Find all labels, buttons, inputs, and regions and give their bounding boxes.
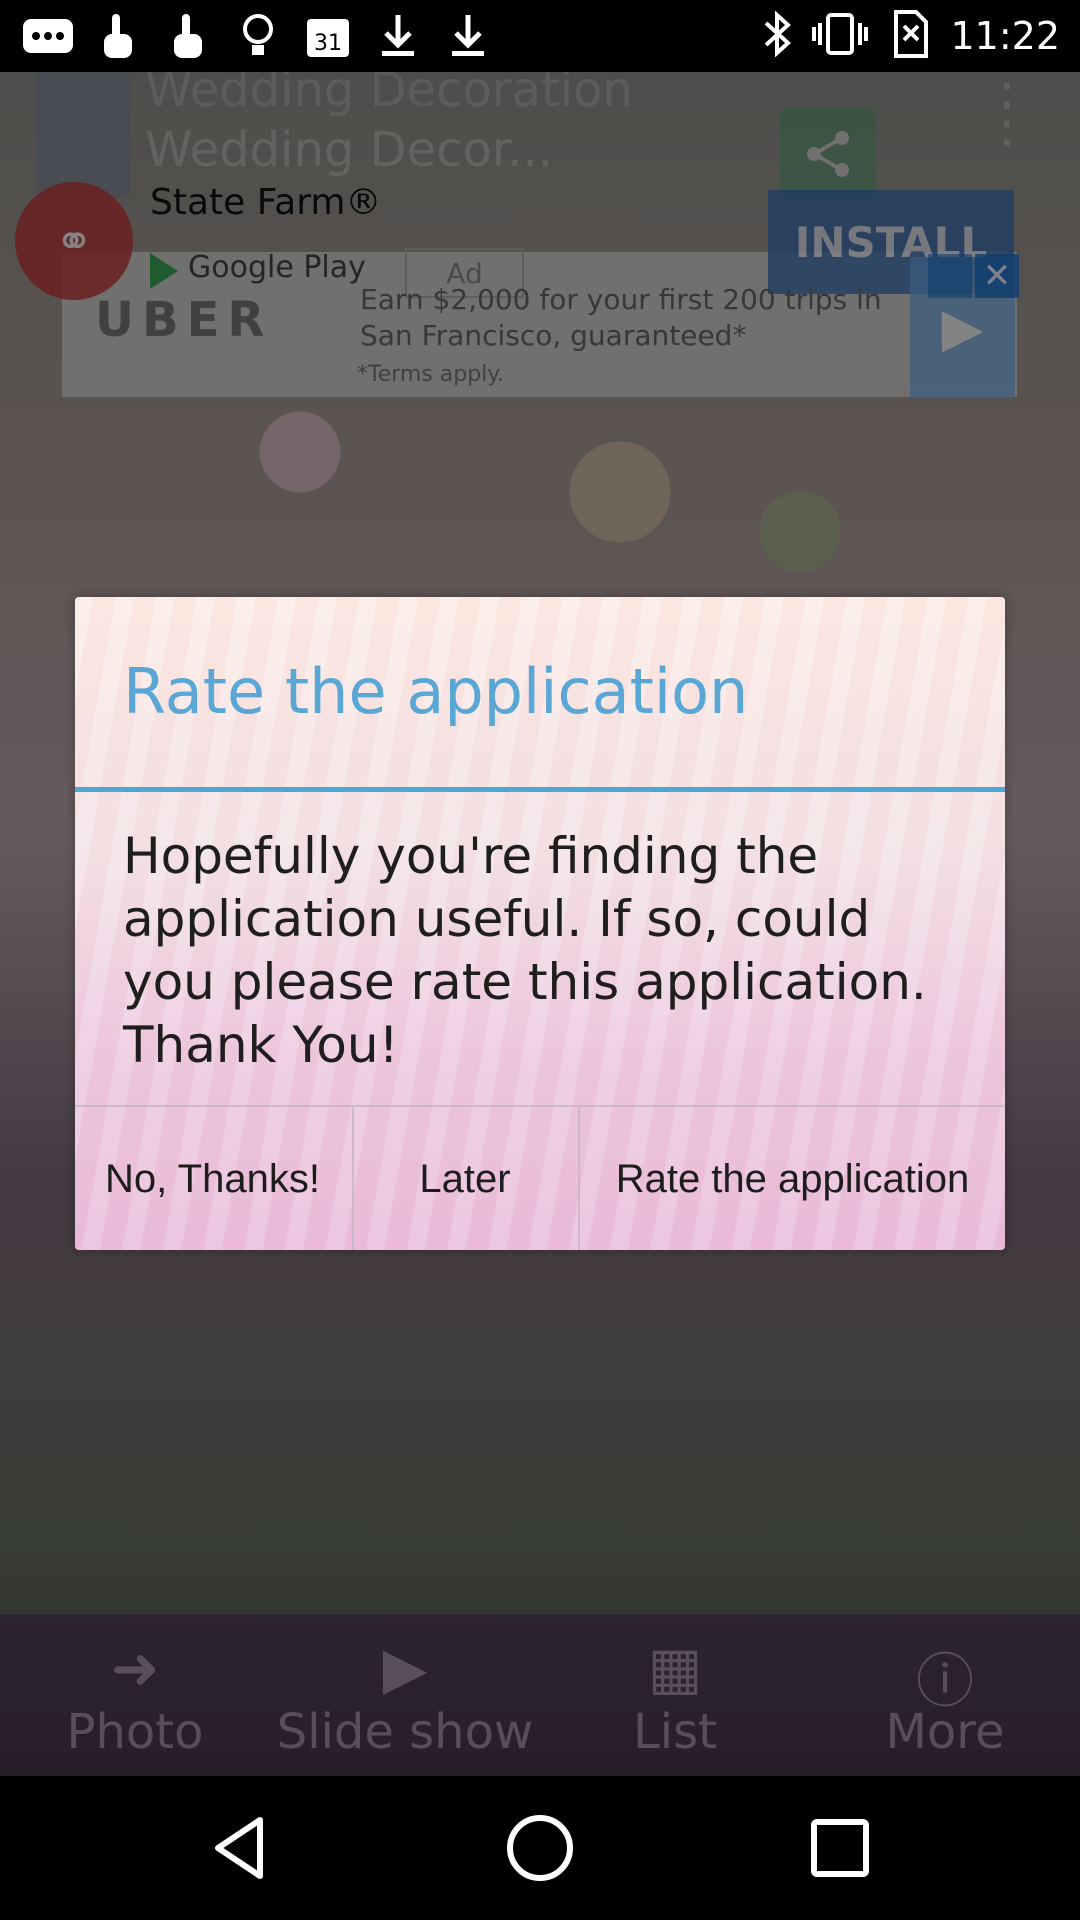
back-icon[interactable] [200, 1808, 280, 1888]
touch-icon [160, 10, 216, 62]
title-divider [75, 787, 1005, 792]
later-button[interactable]: Later [352, 1107, 576, 1250]
vibrate-icon [812, 11, 869, 61]
rate-dialog: Rate the application Hopefully you're fi… [75, 597, 1005, 1250]
no-thanks-button[interactable]: No, Thanks! [75, 1107, 350, 1250]
calendar-icon: 31 [300, 10, 356, 62]
status-bar: 31 11:22 [0, 0, 1080, 72]
bulb-icon [230, 10, 286, 62]
recents-icon[interactable] [800, 1808, 880, 1888]
bluetooth-icon [762, 10, 792, 61]
download-icon [440, 10, 496, 62]
svg-text:31: 31 [314, 31, 342, 56]
dialog-title: Rate the application [123, 655, 749, 728]
dialog-button-row: No, Thanks! Later Rate the application [75, 1105, 1005, 1250]
status-time: 11:22 [950, 14, 1060, 58]
no-sim-icon [888, 10, 930, 62]
system-navigation-bar [0, 1776, 1080, 1920]
touch-icon [90, 10, 146, 62]
more-icon [20, 10, 76, 62]
download-icon [370, 10, 426, 62]
rate-button[interactable]: Rate the application [578, 1107, 1005, 1250]
home-icon[interactable] [500, 1808, 580, 1888]
dialog-message: Hopefully you're finding the application… [123, 827, 927, 1074]
